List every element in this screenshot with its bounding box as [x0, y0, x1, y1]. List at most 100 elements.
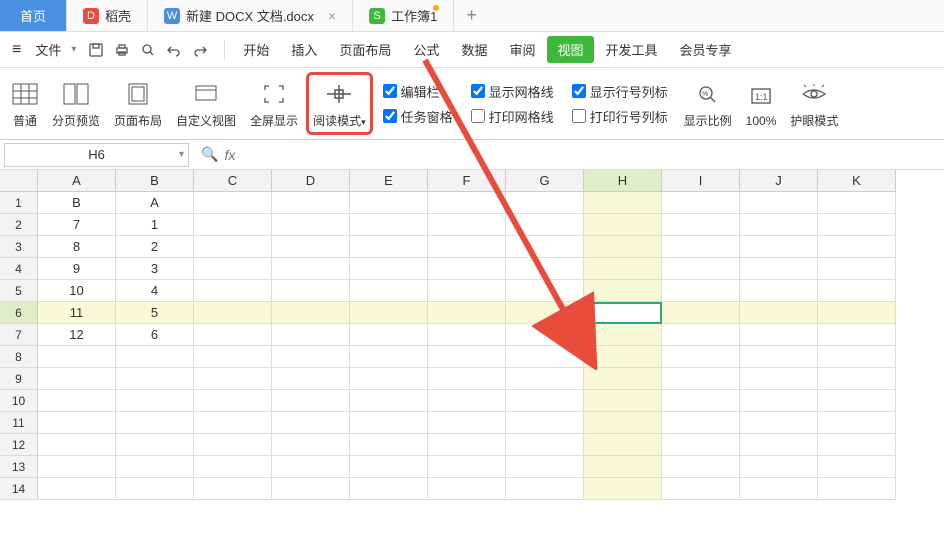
print-icon[interactable] [112, 40, 132, 60]
cell-F12[interactable] [428, 434, 506, 456]
cell-A10[interactable] [38, 390, 116, 412]
cell-G12[interactable] [506, 434, 584, 456]
check-show-headers-box[interactable] [572, 84, 586, 98]
menu-0[interactable]: 开始 [233, 36, 279, 63]
cell-E4[interactable] [350, 258, 428, 280]
cell-G3[interactable] [506, 236, 584, 258]
cell-J5[interactable] [740, 280, 818, 302]
cell-A14[interactable] [38, 478, 116, 500]
cell-F11[interactable] [428, 412, 506, 434]
col-header-C[interactable]: C [194, 170, 272, 192]
check-show-headers[interactable]: 显示行号列标 [572, 82, 668, 101]
check-print-headers[interactable]: 打印行号列标 [572, 107, 668, 126]
print-preview-icon[interactable] [138, 40, 158, 60]
cell-I14[interactable] [662, 478, 740, 500]
cell-B13[interactable] [116, 456, 194, 478]
cell-E3[interactable] [350, 236, 428, 258]
cell-I7[interactable] [662, 324, 740, 346]
cell-C12[interactable] [194, 434, 272, 456]
cell-F13[interactable] [428, 456, 506, 478]
check-edit-bar[interactable]: 编辑栏 [383, 82, 453, 101]
cell-K6[interactable] [818, 302, 896, 324]
cell-D6[interactable] [272, 302, 350, 324]
cell-B12[interactable] [116, 434, 194, 456]
row-header-9[interactable]: 9 [0, 368, 38, 390]
cell-J6[interactable] [740, 302, 818, 324]
check-show-grid-box[interactable] [471, 84, 485, 98]
cell-J7[interactable] [740, 324, 818, 346]
cell-D5[interactable] [272, 280, 350, 302]
row-header-11[interactable]: 11 [0, 412, 38, 434]
close-icon[interactable]: × [328, 8, 336, 24]
cell-I13[interactable] [662, 456, 740, 478]
cell-J1[interactable] [740, 192, 818, 214]
cell-A4[interactable]: 9 [38, 258, 116, 280]
menu-5[interactable]: 审阅 [499, 36, 545, 63]
cell-D13[interactable] [272, 456, 350, 478]
cell-K8[interactable] [818, 346, 896, 368]
hamburger-icon[interactable]: ≡ [8, 41, 25, 59]
name-box[interactable]: H6 ▾ [4, 143, 189, 167]
cell-F4[interactable] [428, 258, 506, 280]
cell-K5[interactable] [818, 280, 896, 302]
menu-1[interactable]: 插入 [281, 36, 327, 63]
cell-E8[interactable] [350, 346, 428, 368]
cell-B3[interactable]: 2 [116, 236, 194, 258]
view-page-layout-button[interactable]: 页面布局 [108, 72, 168, 135]
check-print-grid[interactable]: 打印网格线 [471, 107, 554, 126]
row-header-2[interactable]: 2 [0, 214, 38, 236]
col-header-B[interactable]: B [116, 170, 194, 192]
cell-H13[interactable] [584, 456, 662, 478]
fullscreen-button[interactable]: 全屏显示 [244, 72, 304, 135]
cell-D4[interactable] [272, 258, 350, 280]
cell-J2[interactable] [740, 214, 818, 236]
cell-I12[interactable] [662, 434, 740, 456]
cell-E6[interactable] [350, 302, 428, 324]
cell-E2[interactable] [350, 214, 428, 236]
cell-J13[interactable] [740, 456, 818, 478]
row-header-14[interactable]: 14 [0, 478, 38, 500]
cell-I2[interactable] [662, 214, 740, 236]
cell-A12[interactable] [38, 434, 116, 456]
chevron-down-icon[interactable]: ▾ [179, 149, 184, 160]
row-header-7[interactable]: 7 [0, 324, 38, 346]
col-header-F[interactable]: F [428, 170, 506, 192]
cell-C8[interactable] [194, 346, 272, 368]
cell-J3[interactable] [740, 236, 818, 258]
cell-A1[interactable]: B [38, 192, 116, 214]
cell-H14[interactable] [584, 478, 662, 500]
row-header-12[interactable]: 12 [0, 434, 38, 456]
cell-D3[interactable] [272, 236, 350, 258]
cell-K2[interactable] [818, 214, 896, 236]
cell-K4[interactable] [818, 258, 896, 280]
cell-B7[interactable]: 6 [116, 324, 194, 346]
cell-I11[interactable] [662, 412, 740, 434]
cell-A13[interactable] [38, 456, 116, 478]
cell-J12[interactable] [740, 434, 818, 456]
check-print-headers-box[interactable] [572, 109, 586, 123]
cell-D7[interactable] [272, 324, 350, 346]
cell-F6[interactable] [428, 302, 506, 324]
cell-E7[interactable] [350, 324, 428, 346]
cell-C14[interactable] [194, 478, 272, 500]
undo-icon[interactable] [164, 40, 184, 60]
cell-K10[interactable] [818, 390, 896, 412]
cell-C10[interactable] [194, 390, 272, 412]
check-show-grid[interactable]: 显示网格线 [471, 82, 554, 101]
zoom-100-button[interactable]: 1:1 100% [740, 72, 783, 135]
cell-G1[interactable] [506, 192, 584, 214]
cell-H5[interactable] [584, 280, 662, 302]
cell-D2[interactable] [272, 214, 350, 236]
cell-I1[interactable] [662, 192, 740, 214]
cell-C3[interactable] [194, 236, 272, 258]
cell-D1[interactable] [272, 192, 350, 214]
cell-F1[interactable] [428, 192, 506, 214]
cell-I8[interactable] [662, 346, 740, 368]
tab-docer[interactable]: D 稻壳 [67, 0, 148, 31]
cell-K7[interactable] [818, 324, 896, 346]
cell-F8[interactable] [428, 346, 506, 368]
redo-icon[interactable] [190, 40, 210, 60]
cell-G10[interactable] [506, 390, 584, 412]
cell-E13[interactable] [350, 456, 428, 478]
zoom-ratio-button[interactable]: % 显示比例 [678, 72, 738, 135]
